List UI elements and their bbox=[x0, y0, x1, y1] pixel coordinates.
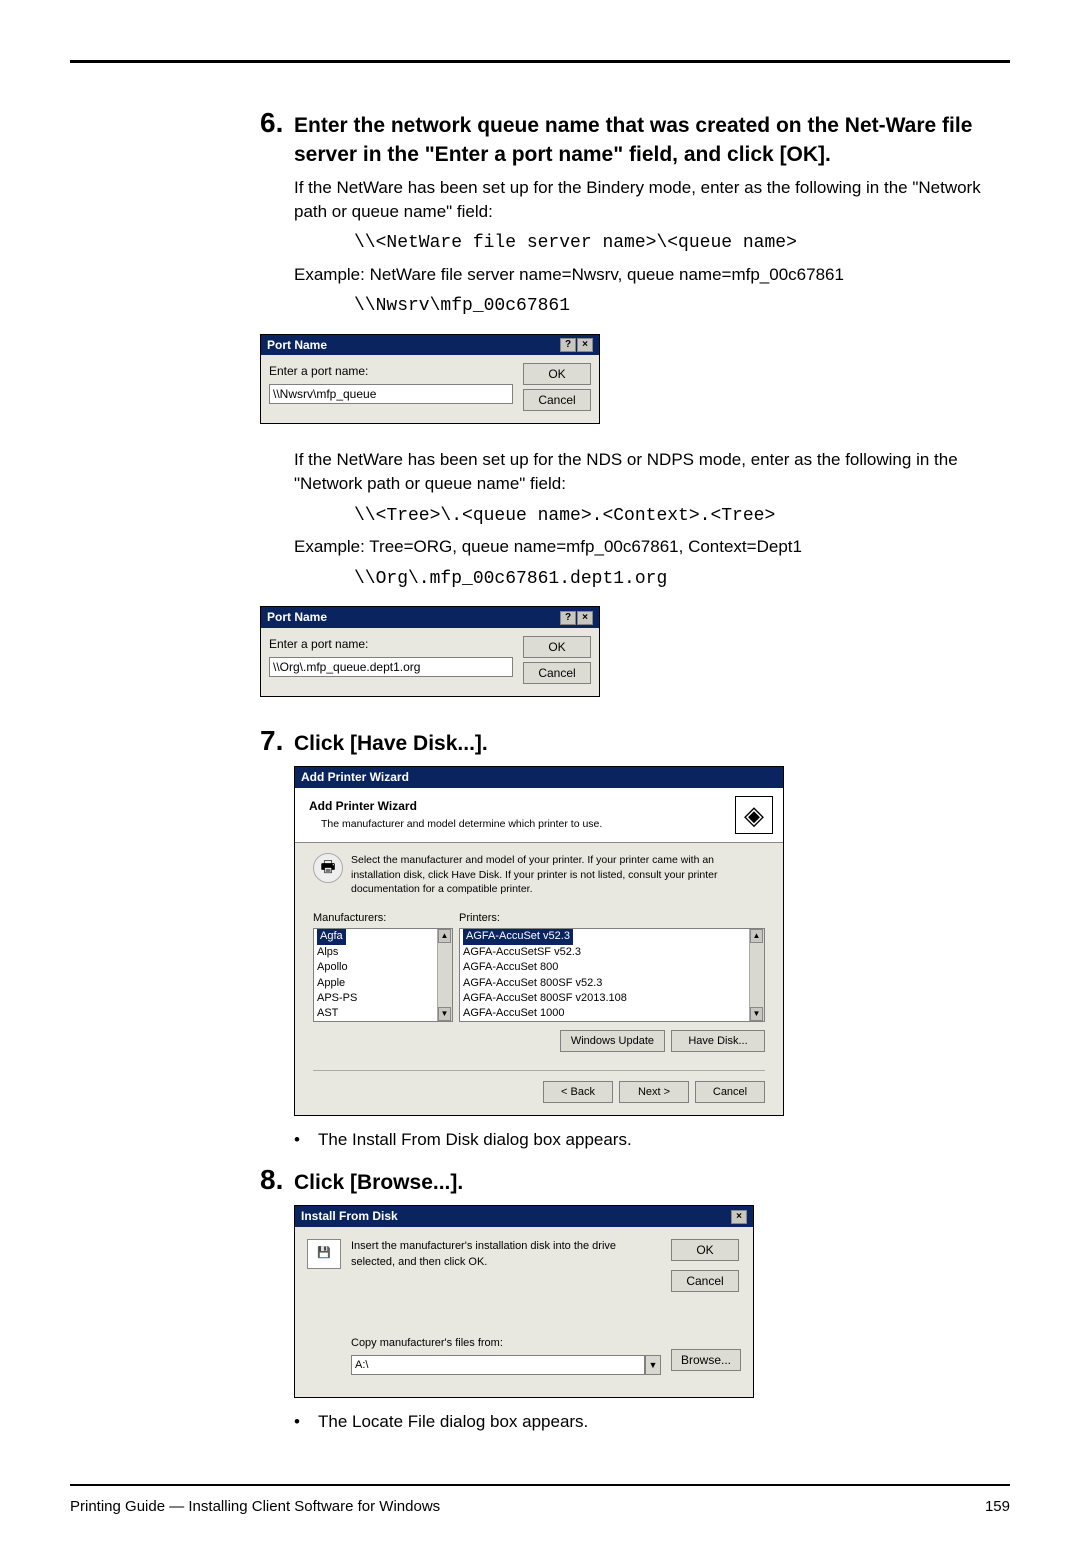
step6-code1: \\<NetWare file server name>\<queue name… bbox=[354, 231, 1010, 256]
port-name-dialog-2: Port Name ? × Enter a port name: OK Canc… bbox=[260, 606, 600, 697]
step6-number: 6. bbox=[260, 103, 294, 142]
bullet-icon: • bbox=[294, 1410, 318, 1434]
close-icon[interactable]: × bbox=[577, 338, 593, 352]
step6-para2: If the NetWare has been set up for the N… bbox=[294, 448, 1010, 496]
install-from-disk-dialog: Install From Disk × 💾 Insert the manufac… bbox=[294, 1205, 754, 1398]
top-rule bbox=[70, 60, 1010, 63]
have-disk-button[interactable]: Have Disk... bbox=[671, 1030, 765, 1052]
install-disk-text: Insert the manufacturer's installation d… bbox=[351, 1239, 661, 1296]
footer-left: Printing Guide — Installing Client Softw… bbox=[70, 1496, 440, 1517]
dialog-title-text: Add Printer Wizard bbox=[301, 769, 409, 786]
ok-button[interactable]: OK bbox=[523, 363, 591, 385]
dialog-titlebar[interactable]: Install From Disk × bbox=[295, 1206, 753, 1227]
back-button[interactable]: < Back bbox=[543, 1081, 613, 1103]
close-icon[interactable]: × bbox=[731, 1210, 747, 1224]
ok-button[interactable]: OK bbox=[523, 636, 591, 658]
list-item[interactable]: Apollo bbox=[314, 960, 452, 975]
cancel-button[interactable]: Cancel bbox=[695, 1081, 765, 1103]
scrollbar[interactable]: ▲ ▼ bbox=[437, 929, 452, 1021]
help-icon[interactable]: ? bbox=[560, 611, 576, 625]
scroll-down-icon[interactable]: ▼ bbox=[750, 1007, 763, 1021]
scroll-down-icon[interactable]: ▼ bbox=[438, 1007, 451, 1021]
list-item[interactable]: AGFA-AccuSetSF v52.3 bbox=[460, 945, 764, 960]
footer-page-number: 159 bbox=[985, 1496, 1010, 1517]
wizard-subtitle: Add Printer Wizard bbox=[309, 799, 417, 813]
step6-example1: Example: NetWare file server name=Nwsrv,… bbox=[294, 263, 1010, 287]
cancel-button[interactable]: Cancel bbox=[671, 1270, 739, 1292]
step6-heading: Enter the network queue name that was cr… bbox=[294, 111, 1010, 170]
printers-label: Printers: bbox=[459, 911, 765, 926]
step7-heading: Click [Have Disk...]. bbox=[294, 729, 488, 758]
step6-example2: Example: Tree=ORG, queue name=mfp_00c678… bbox=[294, 535, 1010, 559]
list-item[interactable]: Alps bbox=[314, 945, 452, 960]
list-item[interactable]: AGFA-AccuSet 800SF v2013.108 bbox=[460, 991, 764, 1006]
dialog-title-text: Port Name bbox=[267, 609, 327, 626]
step8-number: 8. bbox=[260, 1160, 294, 1199]
copy-from-input[interactable] bbox=[351, 1355, 645, 1375]
step6-code2: \\Nwsrv\mfp_00c67861 bbox=[354, 294, 1010, 319]
port-name-label: Enter a port name: bbox=[269, 636, 513, 653]
manufacturers-label: Manufacturers: bbox=[313, 911, 453, 926]
add-printer-wizard-dialog: Add Printer Wizard Add Printer Wizard Th… bbox=[294, 766, 784, 1116]
step6-code4: \\Org\.mfp_00c67861.dept1.org bbox=[354, 567, 1010, 592]
port-name-dialog-1: Port Name ? × Enter a port name: OK Canc… bbox=[260, 334, 600, 425]
chevron-down-icon[interactable]: ▼ bbox=[645, 1355, 661, 1375]
list-item[interactable]: AGFA-AccuSet 800 bbox=[460, 960, 764, 975]
help-icon[interactable]: ? bbox=[560, 338, 576, 352]
list-item[interactable]: AT&T bbox=[314, 1022, 452, 1023]
printer-icon: ◈ bbox=[735, 796, 773, 834]
scrollbar[interactable]: ▲ ▼ bbox=[749, 929, 764, 1021]
list-item[interactable]: Apple bbox=[314, 976, 452, 991]
step6-code3: \\<Tree>\.<queue name>.<Context>.<Tree> bbox=[354, 504, 1010, 529]
list-item[interactable]: AGFA-AccuSet 800SF v52.3 bbox=[460, 976, 764, 991]
dialog-title-text: Port Name bbox=[267, 337, 327, 354]
printer-info-icon: 🖶 bbox=[313, 853, 343, 883]
port-name-label: Enter a port name: bbox=[269, 363, 513, 380]
next-button[interactable]: Next > bbox=[619, 1081, 689, 1103]
port-name-input[interactable] bbox=[269, 657, 513, 677]
step7-number: 7. bbox=[260, 721, 294, 760]
cancel-button[interactable]: Cancel bbox=[523, 662, 591, 684]
dialog-titlebar[interactable]: Port Name ? × bbox=[261, 607, 599, 628]
wizard-info-text: Select the manufacturer and model of you… bbox=[351, 853, 765, 897]
step8-heading: Click [Browse...]. bbox=[294, 1168, 463, 1197]
printers-listbox[interactable]: AGFA-AccuSet v52.3 AGFA-AccuSetSF v52.3 … bbox=[459, 928, 765, 1022]
dialog-title-text: Install From Disk bbox=[301, 1208, 398, 1225]
step7-bullet-text: The Install From Disk dialog box appears… bbox=[318, 1128, 632, 1152]
wizard-subdesc: The manufacturer and model determine whi… bbox=[321, 817, 602, 832]
list-item[interactable]: APS-PS bbox=[314, 991, 452, 1006]
list-item[interactable]: AGFA-AccuSet 1000 bbox=[460, 1006, 764, 1021]
dialog-titlebar[interactable]: Add Printer Wizard bbox=[295, 767, 783, 788]
list-item[interactable]: AST bbox=[314, 1006, 452, 1021]
scroll-up-icon[interactable]: ▲ bbox=[750, 929, 763, 943]
list-item[interactable]: AGFA-AccuSet 1000SF v52.3 bbox=[460, 1022, 764, 1023]
cancel-button[interactable]: Cancel bbox=[523, 389, 591, 411]
close-icon[interactable]: × bbox=[577, 611, 593, 625]
bullet-icon: • bbox=[294, 1128, 318, 1152]
step6-para1: If the NetWare has been set up for the B… bbox=[294, 176, 1010, 224]
list-item[interactable]: Agfa bbox=[317, 929, 346, 944]
step8-bullet-text: The Locate File dialog box appears. bbox=[318, 1410, 588, 1434]
browse-button[interactable]: Browse... bbox=[671, 1349, 741, 1371]
manufacturers-listbox[interactable]: Agfa Alps Apollo Apple APS-PS AST AT&T ▲… bbox=[313, 928, 453, 1022]
dialog-titlebar[interactable]: Port Name ? × bbox=[261, 335, 599, 356]
copy-from-label: Copy manufacturer's files from: bbox=[351, 1336, 661, 1351]
ok-button[interactable]: OK bbox=[671, 1239, 739, 1261]
scroll-up-icon[interactable]: ▲ bbox=[438, 929, 451, 943]
port-name-input[interactable] bbox=[269, 384, 513, 404]
list-item[interactable]: AGFA-AccuSet v52.3 bbox=[463, 929, 573, 944]
disk-drive-icon: 💾 bbox=[307, 1239, 341, 1269]
windows-update-button[interactable]: Windows Update bbox=[560, 1030, 665, 1052]
